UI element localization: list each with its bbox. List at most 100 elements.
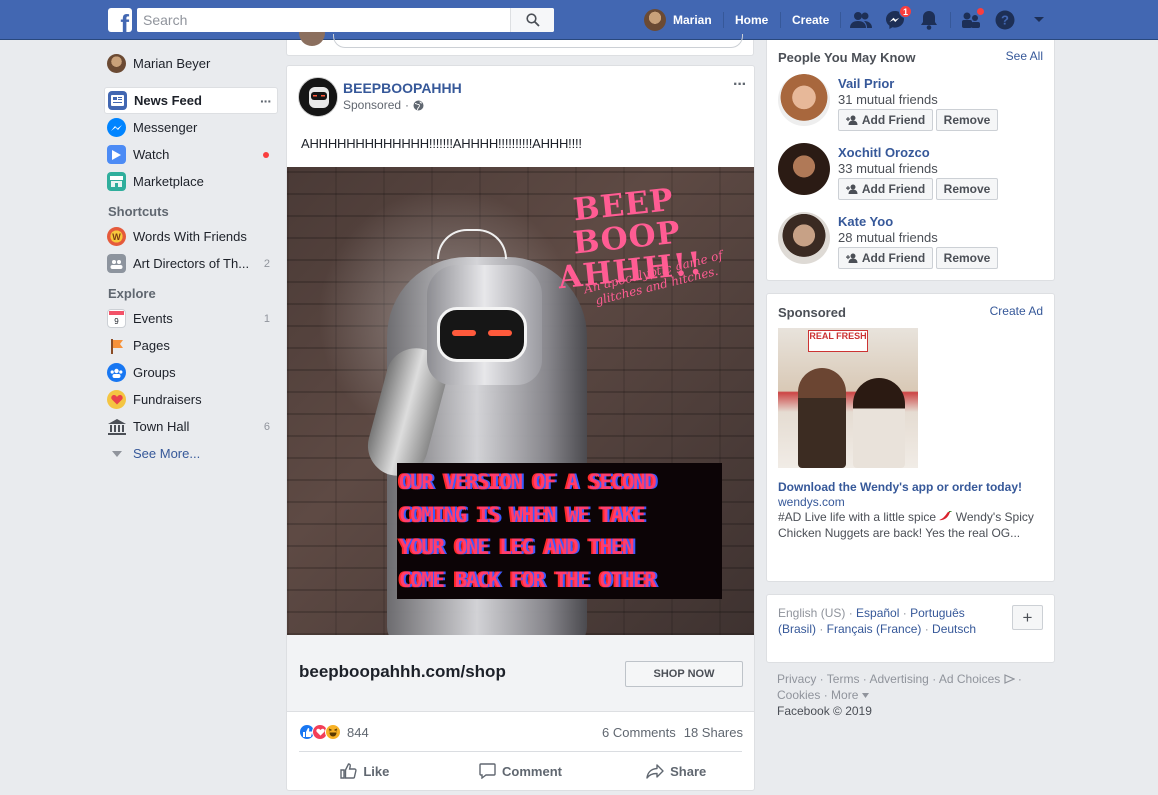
sponsored-label[interactable]: Sponsored · [343,98,424,112]
sidebar-item-label: Fundraisers [133,392,202,407]
add-friend-button[interactable]: Add Friend [838,178,933,200]
globe-icon [413,100,424,110]
avatar[interactable] [778,74,830,126]
sidebar-item-pages[interactable]: Pages [104,332,278,359]
post-options-icon[interactable]: ··· [733,76,747,94]
post-image[interactable]: BEEP BOOP AHHH!! An apocalyptic game of … [287,167,754,635]
friend-name[interactable]: Vail Prior [838,76,894,91]
nav-divider [780,12,781,28]
ad-body: #AD Live life with a little spice Wendy'… [778,510,1048,541]
sidebar-item-marketplace[interactable]: Marketplace [104,168,278,195]
pymk-heading: People You May Know [778,50,916,65]
footer-link[interactable]: More [831,688,858,702]
mutual-friends[interactable]: 28 mutual friends [838,230,938,245]
watch-icon [107,145,126,164]
reactions-summary[interactable]: 844 [299,724,369,740]
sidebar-item-town-hall[interactable]: Town Hall 6 [104,413,278,440]
avatar [299,32,325,46]
ad-choices-icon[interactable] [1003,674,1016,684]
remove-button[interactable]: Remove [936,247,998,269]
add-friend-button[interactable]: Add Friend [838,247,933,269]
sidebar-item-art-directors[interactable]: Art Directors of Th... 2 [104,250,278,277]
search-input[interactable] [137,8,510,32]
footer-link[interactable]: Terms [827,672,860,686]
footer-link[interactable]: Advertising [869,672,928,686]
sidebar-item-label: Groups [133,365,176,380]
search-box [137,8,554,32]
haha-reaction-icon [325,724,341,740]
sidebar-item-label: Messenger [133,120,198,135]
comment-icon [479,763,496,779]
language-link[interactable]: Français (France) [827,622,922,636]
add-language-button[interactable]: + [1012,605,1043,630]
ad-title[interactable]: Download the Wendy's app or order today! [778,480,1022,494]
messenger-button[interactable]: 1 [884,5,912,31]
like-button[interactable]: Like [287,756,443,786]
add-friend-button[interactable]: Add Friend [838,109,933,131]
language-link[interactable]: Deutsch [932,622,976,636]
sidebar-item-label: Art Directors of Th... [133,256,250,271]
footer-link[interactable]: Cookies [777,688,820,702]
ad-image[interactable]: REAL FRESH [778,328,918,468]
sidebar-item-words-with-friends[interactable]: W Words With Friends [104,223,278,250]
composer-remnant [286,32,754,56]
shares-count[interactable]: 18 Shares [684,725,743,740]
glitch-line: COMING IS WHEN WE TAKE [399,502,646,527]
footer-link[interactable]: Privacy [777,672,816,686]
create-ad-link[interactable]: Create Ad [990,304,1043,318]
account-menu-button[interactable] [1028,9,1050,31]
post-stats: 6 Comments 18 Shares [602,725,743,740]
footer-link[interactable]: Ad Choices [939,672,1000,686]
create-link[interactable]: Create [792,0,829,40]
avatar[interactable] [778,212,830,264]
calendar-icon: 9 [107,309,126,328]
link-preview[interactable]: beepboopahhh.com/shop SHOP NOW [287,635,754,712]
sidebar-item-messenger[interactable]: Messenger [104,114,278,141]
sidebar-item-watch[interactable]: Watch [104,141,278,168]
quick-help-people-button[interactable] [960,7,985,31]
comments-count[interactable]: 6 Comments [602,725,676,740]
sidebar-item-label: Words With Friends [133,229,247,244]
friend-name[interactable]: Kate Yoo [838,214,893,229]
sidebar-item-fundraisers[interactable]: Fundraisers [104,386,278,413]
add-friend-label: Add Friend [861,113,926,127]
help-button[interactable]: ? [994,9,1016,31]
sidebar-item-profile[interactable]: Marian Beyer [104,50,278,77]
home-label: Home [735,13,769,27]
see-more-link[interactable]: See More... [104,440,278,467]
search-button[interactable] [510,8,554,32]
share-button[interactable]: Share [598,756,754,786]
user-name: Marian Beyer [133,56,211,71]
friend-requests-button[interactable] [850,9,872,31]
messenger-badge: 1 [899,5,912,18]
page-avatar[interactable] [298,77,338,117]
link-url[interactable]: beepboopahhh.com/shop [299,662,506,682]
facebook-logo[interactable]: f [108,8,132,32]
nav-divider [840,12,841,28]
sidebar-item-events[interactable]: 9 Events 1 [104,305,278,332]
sidebar-item-groups[interactable]: Groups [104,359,278,386]
avatar[interactable] [778,143,830,195]
remove-button[interactable]: Remove [936,178,998,200]
avatar [644,9,666,31]
remove-button[interactable]: Remove [936,109,998,131]
sponsored-ad-card: Sponsored Create Ad REAL FRESH Download … [766,293,1055,582]
svg-text:?: ? [1001,13,1009,28]
mutual-friends[interactable]: 31 mutual friends [838,92,938,107]
see-all-link[interactable]: See All [1006,49,1043,63]
more-options-icon[interactable]: ··· [260,93,272,109]
messenger-icon [107,118,126,137]
friend-name[interactable]: Xochitl Orozco [838,145,930,160]
notifications-button[interactable] [918,9,940,31]
ad-domain[interactable]: wendys.com [778,495,845,509]
language-link[interactable]: Español [856,606,899,620]
marketplace-icon [107,172,126,191]
mutual-friends[interactable]: 33 mutual friends [838,161,938,176]
language-card: English (US) · Español · Português (Bras… [766,594,1055,663]
page-name[interactable]: BEEPBOOPAHHH [343,80,462,96]
composer-input[interactable] [333,34,743,48]
sidebar-item-news-feed[interactable]: News Feed ··· [104,87,278,114]
add-friend-icon [845,253,858,263]
shop-now-button[interactable]: SHOP NOW [625,661,743,687]
comment-button[interactable]: Comment [443,756,599,786]
